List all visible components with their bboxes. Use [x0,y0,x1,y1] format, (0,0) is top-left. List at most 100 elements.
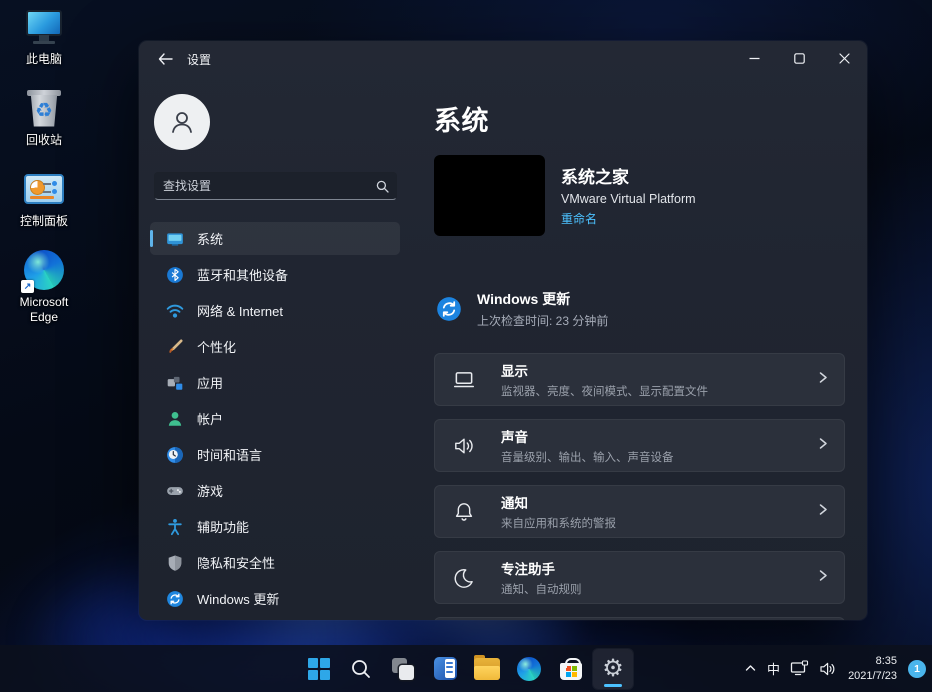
sidebar-item-privacy[interactable]: 隐私和安全性 [150,546,400,579]
sidebar-item-label: 应用 [197,373,223,392]
settings-button[interactable]: ⚙ [593,649,633,689]
card-title: 显示 [501,360,708,380]
card-notifications[interactable]: 通知 来自应用和系统的警报 [434,485,845,538]
task-view-button[interactable] [383,649,423,689]
tray-date: 2021/7/23 [848,669,897,683]
widgets-icon [434,657,457,680]
card-title: 通知 [501,492,616,512]
maximize-icon [794,53,805,64]
time-language-icon [166,446,184,464]
user-icon [167,107,197,137]
search-box [154,172,397,200]
minimize-icon [749,53,760,64]
sidebar-item-accounts[interactable]: 帐户 [150,402,400,435]
settings-main-content: 系统 系统之家 VMware Virtual Platform 重命名 Wind… [434,77,867,620]
settings-window: 设置 [139,41,867,620]
network-icon [790,660,809,677]
card-subtitle: 音量级别、输出、输入、声音设备 [501,449,674,465]
gaming-icon [166,482,184,500]
sound-icon [452,434,476,458]
window-controls [732,41,867,75]
desktop-icon-control-panel[interactable]: 控制面板 [4,168,84,229]
window-title: 设置 [187,51,211,68]
sidebar-item-label: 个性化 [197,337,236,356]
device-name: 系统之家 [561,163,696,188]
maximize-button[interactable] [777,41,822,75]
sidebar-item-gaming[interactable]: 游戏 [150,474,400,507]
card-subtitle: 来自应用和系统的警报 [501,515,616,531]
shortcut-arrow-icon: ↗ [21,280,34,293]
file-explorer-button[interactable] [467,649,507,689]
desktop-icon-label: 此电脑 [26,52,62,67]
recycle-bin-icon: ♻ [23,87,65,129]
sidebar-item-label: 隐私和安全性 [197,553,275,572]
card-sound[interactable]: 声音 音量级别、输出、输入、声音设备 [434,419,845,472]
privacy-icon [166,554,184,572]
search-button[interactable] [368,173,396,199]
ime-indicator[interactable]: 中 [762,652,785,686]
sidebar-item-label: 系统 [197,229,223,248]
hidden-icons-button[interactable] [739,652,762,686]
volume-tray-button[interactable] [814,652,842,686]
accounts-icon [166,410,184,428]
card-title: 声音 [501,426,674,446]
avatar[interactable] [154,94,210,150]
microsoft-store-button[interactable] [551,649,591,689]
sidebar-item-network[interactable]: 网络 & Internet [150,294,400,327]
search-input[interactable] [155,179,368,193]
card-display[interactable]: 显示 监视器、亮度、夜间模式、显示配置文件 [434,353,845,406]
edge-button[interactable] [509,649,549,689]
chevron-right-icon [816,370,830,389]
sidebar-item-personalization[interactable]: 个性化 [150,330,400,363]
desktop-icon-edge[interactable]: ↗ Microsoft Edge [4,249,84,325]
edge-icon: ↗ [23,249,65,291]
sidebar-item-time-language[interactable]: 时间和语言 [150,438,400,471]
sidebar-item-label: 帐户 [197,409,223,428]
sidebar-item-bluetooth[interactable]: 蓝牙和其他设备 [150,258,400,291]
file-explorer-icon [474,658,500,680]
sidebar-item-label: 时间和语言 [197,445,262,464]
sidebar-item-system[interactable]: 系统 [150,222,400,255]
desktop-icon-this-pc[interactable]: 此电脑 [4,6,84,67]
card-focus-assist[interactable]: 专注助手 通知、自动规则 [434,551,845,604]
card-title: 专注助手 [501,558,582,578]
card-subtitle: 通知、自动规则 [501,581,582,597]
update-detail: 上次检查时间: 23 分钟前 [477,312,608,329]
sidebar-item-label: 网络 & Internet [197,301,283,320]
device-model: VMware Virtual Platform [561,192,696,206]
card-power[interactable]: 电源 睡眠、电池使用情况、节省电池电量 [434,617,845,620]
clock[interactable]: 8:35 2021/7/23 [842,649,903,689]
windows-update-icon [166,590,184,608]
close-button[interactable] [822,41,867,75]
desktop-icon-label: 控制面板 [20,214,68,229]
sidebar-item-apps[interactable]: 应用 [150,366,400,399]
start-button[interactable] [299,649,339,689]
windows-update-status[interactable]: Windows 更新 上次检查时间: 23 分钟前 [436,289,608,329]
widgets-button[interactable] [425,649,465,689]
ime-label: 中 [767,659,780,678]
this-pc-icon [23,6,65,48]
rename-link[interactable]: 重命名 [561,210,597,227]
notification-badge[interactable]: 1 [908,660,926,678]
sidebar-nav: 系统 蓝牙和其他设备 网络 & Internet 个性化 [150,222,400,618]
taskbar: ⚙ 中 8:35 2021/7/23 1 [0,645,932,692]
taskbar-search-button[interactable] [341,649,381,689]
personalization-icon [166,338,184,356]
task-view-icon [391,657,415,681]
system-icon [166,230,184,248]
display-icon [452,368,476,392]
system-tray: 中 8:35 2021/7/23 1 [739,645,926,692]
sidebar-item-accessibility[interactable]: 辅助功能 [150,510,400,543]
accessibility-icon [166,518,184,536]
selection-indicator [150,230,153,247]
sidebar-item-label: 辅助功能 [197,517,249,536]
sidebar-item-windows-update[interactable]: Windows 更新 [150,582,400,615]
chevron-right-icon [816,568,830,587]
sidebar-item-label: 蓝牙和其他设备 [197,265,288,284]
tray-time: 8:35 [876,654,897,668]
settings-sidebar: 系统 蓝牙和其他设备 网络 & Internet 个性化 [139,77,434,620]
back-button[interactable] [149,46,181,72]
desktop-icon-recycle-bin[interactable]: ♻ 回收站 [4,87,84,148]
minimize-button[interactable] [732,41,777,75]
network-tray-button[interactable] [785,652,814,686]
